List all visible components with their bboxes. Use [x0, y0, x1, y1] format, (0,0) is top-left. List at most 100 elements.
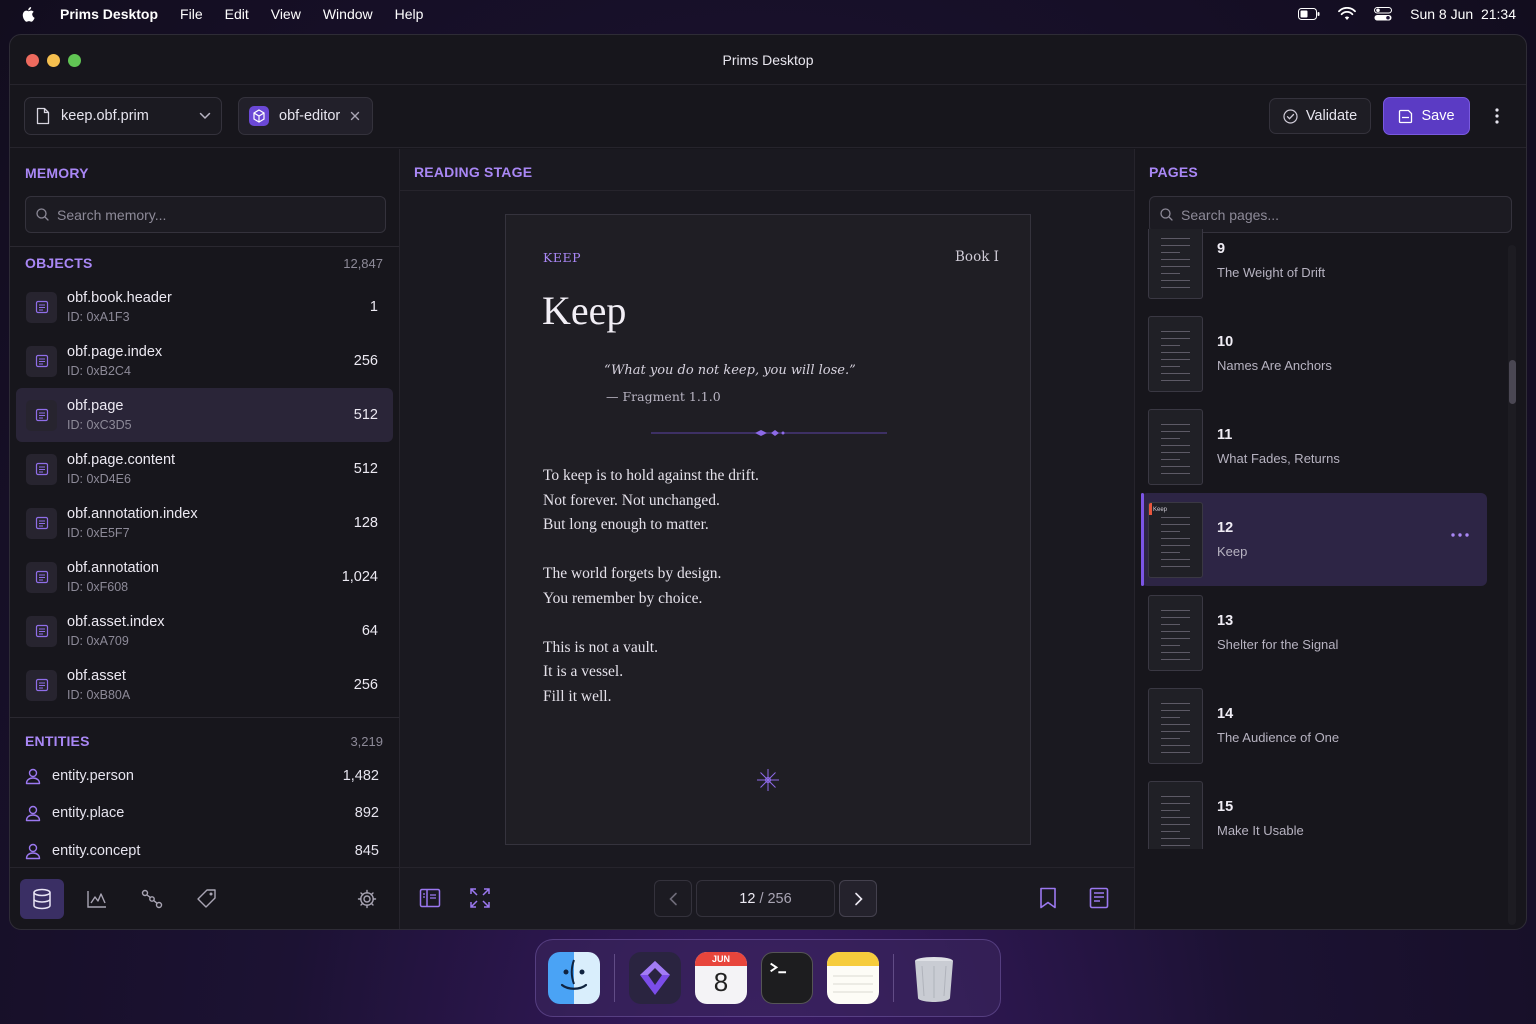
object-row[interactable]: obf.page ID: 0xC3D5 512	[16, 388, 393, 442]
previous-page-button[interactable]	[654, 880, 692, 917]
sparkle-ornament-icon	[757, 769, 779, 791]
app-window: Prims Desktop keep.obf.prim obf-editor V…	[9, 34, 1527, 930]
memory-search-input[interactable]: Search memory...	[25, 196, 386, 233]
notes-panel-icon[interactable]	[1089, 887, 1110, 909]
entity-row[interactable]: entity.concept 845	[24, 832, 379, 870]
page-thumbnail: Keep	[1148, 501, 1203, 578]
close-tab-icon[interactable]	[350, 111, 360, 121]
reading-stage-panel: READING STAGE KEEP Book I Keep “What you…	[400, 149, 1135, 929]
objects-list: obf.book.header ID: 0xA1F3 1 obf.page.index…	[16, 280, 393, 712]
pages-search-input[interactable]: Search pages...	[1149, 196, 1512, 233]
zoom-window-button[interactable]	[68, 54, 81, 67]
entity-row[interactable]: entity.place 892	[24, 795, 379, 833]
database-view-button[interactable]	[20, 878, 64, 919]
page-list-item[interactable]: 15 Make It Usable	[1141, 772, 1487, 849]
menu-file[interactable]: File	[180, 6, 203, 22]
verse-line: Not forever. Not unchanged.	[543, 491, 720, 509]
trash-icon[interactable]	[908, 952, 960, 1004]
entity-count: 845	[354, 842, 379, 859]
notes-icon[interactable]	[827, 952, 879, 1004]
page-number: 15	[1217, 799, 1234, 815]
object-row[interactable]: obf.annotation ID: 0xF608 1,024	[16, 550, 393, 604]
validate-button[interactable]: Validate	[1269, 98, 1371, 134]
prims-app-icon[interactable]	[629, 952, 681, 1004]
bookmark-icon[interactable]	[1039, 887, 1057, 909]
object-id: ID: 0xA709	[67, 634, 129, 648]
page-list-item[interactable]: 14 The Audience of One	[1141, 679, 1487, 772]
verse-line: You remember by choice.	[543, 589, 703, 607]
fullscreen-icon[interactable]	[469, 887, 491, 909]
finder-icon[interactable]	[548, 952, 600, 1004]
pages-scrollbar[interactable]	[1508, 245, 1516, 925]
object-row[interactable]: obf.asset ID: 0xB80A 256	[16, 658, 393, 712]
page-list-item[interactable]: Keep 12 Keep	[1141, 493, 1487, 586]
object-count: 256	[353, 677, 378, 693]
page-text: 9 The Weight of Drift	[1217, 241, 1325, 280]
menu-view[interactable]: View	[271, 6, 301, 22]
wifi-icon[interactable]	[1338, 7, 1357, 21]
next-page-button[interactable]	[839, 880, 877, 917]
object-row[interactable]: obf.page.index ID: 0xB2C4 256	[16, 334, 393, 388]
minimize-window-button[interactable]	[47, 54, 60, 67]
page-epigraph-attribution: — Fragment 1.1.0	[606, 389, 721, 404]
menubar-clock[interactable]: Sun 8 Jun 21:34	[1410, 6, 1516, 22]
toggle-sidebar-icon[interactable]	[419, 887, 441, 909]
entities-count: 3,219	[350, 733, 383, 749]
settings-button[interactable]	[345, 879, 389, 919]
entity-row[interactable]: entity.person 1,482	[24, 757, 379, 795]
battery-icon[interactable]	[1298, 8, 1320, 20]
page-body: To keep is to hold against the drift. Not…	[543, 464, 759, 734]
page-number-field[interactable]: 12/ 256	[696, 880, 835, 917]
page-thumbnail	[1148, 594, 1203, 671]
page-list-item[interactable]: 9 The Weight of Drift	[1141, 229, 1487, 307]
terminal-icon[interactable]	[761, 952, 813, 1004]
menu-help[interactable]: Help	[395, 6, 424, 22]
page-list-item[interactable]: 13 Shelter for the Signal	[1141, 586, 1487, 679]
graph-view-button[interactable]	[130, 879, 174, 919]
menu-edit[interactable]: Edit	[225, 6, 249, 22]
object-icon	[26, 399, 57, 431]
verse-line: The world forgets by design.	[543, 565, 722, 582]
page-number: 12	[1217, 520, 1234, 536]
object-id: ID: 0xE5F7	[67, 526, 130, 540]
apple-logo-icon[interactable]	[20, 5, 38, 23]
gear-icon	[357, 889, 377, 908]
tags-view-button[interactable]	[185, 879, 229, 919]
menu-window[interactable]: Window	[323, 6, 373, 22]
tab-obf-editor[interactable]: obf-editor	[238, 97, 374, 135]
more-options-button[interactable]	[1482, 97, 1512, 135]
page-kicker: KEEP	[543, 250, 581, 265]
scrollbar-thumb[interactable]	[1509, 360, 1516, 404]
editor-cube-icon	[249, 106, 269, 126]
dock-separator	[893, 954, 894, 1002]
menu-bar: Prims Desktop File Edit View Window Help…	[0, 0, 1536, 28]
object-icon	[26, 291, 57, 323]
chevron-left-icon	[668, 892, 677, 905]
control-center-icon[interactable]	[1374, 7, 1393, 21]
object-text: obf.asset ID: 0xB80A	[67, 668, 354, 702]
object-id: ID: 0xA1F3	[67, 310, 130, 324]
current-page: 12	[739, 890, 756, 907]
close-window-button[interactable]	[26, 54, 39, 67]
page-title: What Fades, Returns	[1217, 451, 1340, 466]
object-row[interactable]: obf.annotation.index ID: 0xE5F7 128	[16, 496, 393, 550]
object-row[interactable]: obf.book.header ID: 0xA1F3 1	[16, 280, 393, 334]
analytics-view-button[interactable]	[75, 879, 119, 919]
chevron-right-icon	[854, 892, 863, 905]
file-selector[interactable]: keep.obf.prim	[24, 97, 222, 135]
thumbnail-marker	[1149, 502, 1152, 515]
save-button[interactable]: Save	[1383, 97, 1470, 135]
app-menu[interactable]: Prims Desktop	[60, 6, 158, 22]
object-id: ID: 0xF608	[67, 580, 129, 594]
total-pages: / 256	[759, 890, 792, 907]
memory-bottom-bar	[10, 867, 399, 929]
page-title: Keep	[1217, 544, 1248, 559]
object-row[interactable]: obf.asset.index ID: 0xA709 64	[16, 604, 393, 658]
page-list-item[interactable]: 11 What Fades, Returns	[1141, 400, 1487, 493]
object-name: obf.annotation	[67, 560, 159, 576]
page-list-item[interactable]: 10 Names Are Anchors	[1141, 307, 1487, 400]
page-options-icon[interactable]	[1451, 533, 1469, 537]
stanza: The world forgets by design. You remember…	[543, 562, 759, 611]
calendar-icon[interactable]: JUN 8	[695, 952, 747, 1004]
object-row[interactable]: obf.page.content ID: 0xD4E6 512	[16, 442, 393, 496]
